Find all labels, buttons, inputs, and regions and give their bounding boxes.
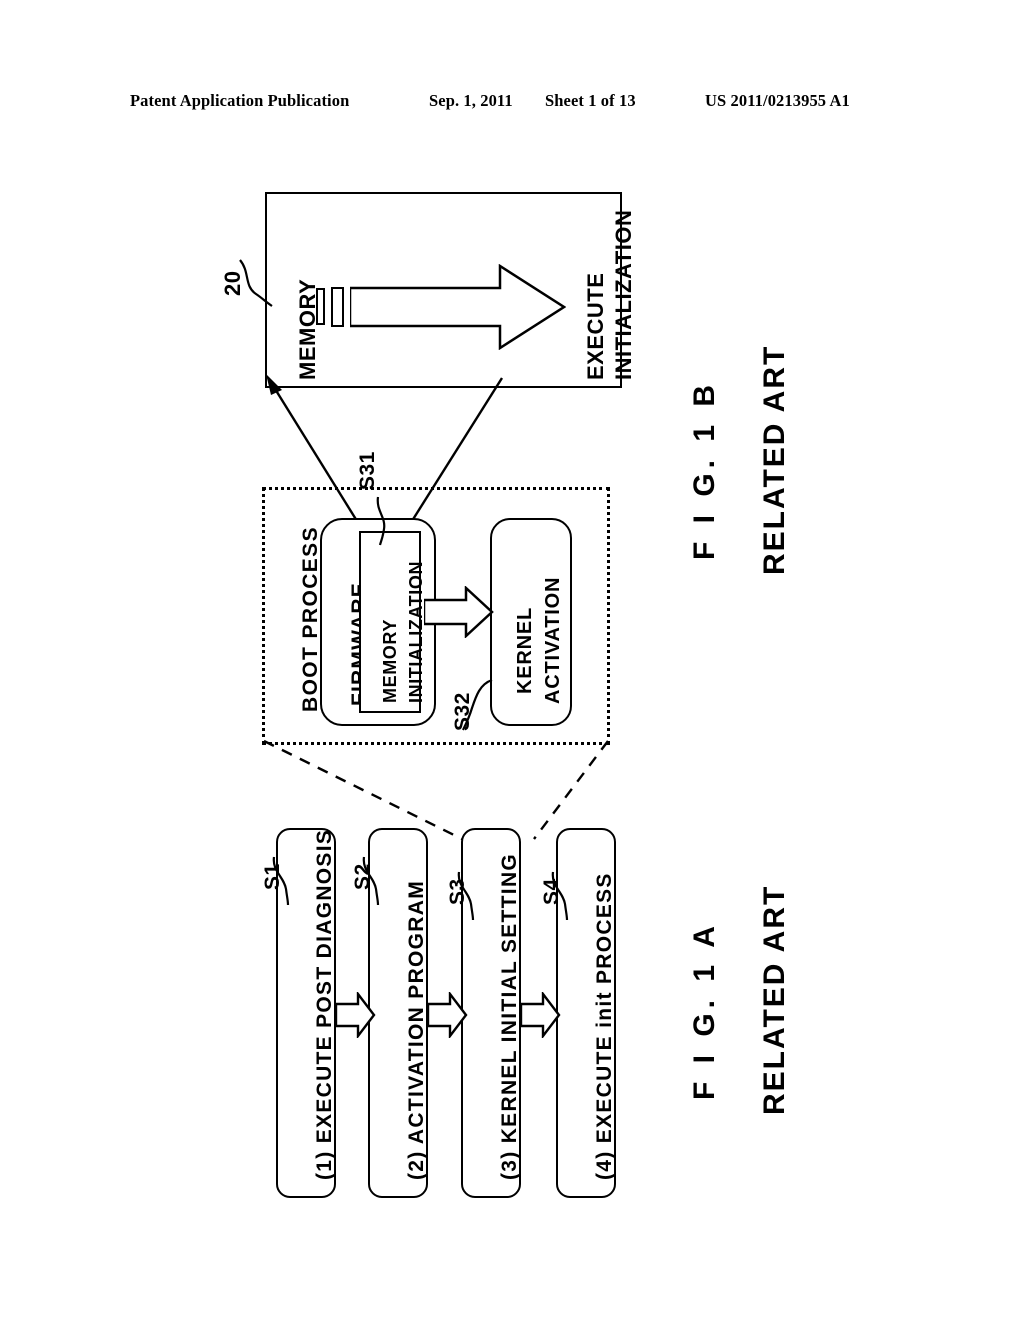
step-label-1: (1) EXECUTE POST DIAGNOSIS	[313, 828, 336, 1180]
figure-1a-subcaption: RELATED ART	[758, 884, 791, 1115]
reference-s3-leader-line	[457, 871, 475, 921]
publication-title: Patent Application Publication	[130, 91, 350, 110]
memory-block-1	[316, 288, 325, 325]
kernel-activation-line-2: ACTIVATION	[542, 576, 564, 704]
boot-process-label: BOOT PROCESS	[299, 526, 322, 712]
step-arrow-1	[336, 992, 376, 1038]
figure-1b-subcaption: RELATED ART	[758, 344, 791, 575]
reference-20-leader-line	[239, 259, 273, 307]
reference-s32-leader-line	[462, 678, 493, 731]
publication-number: US 2011/0213955 A1	[705, 91, 850, 110]
reference-s31-leader-line	[376, 496, 386, 546]
memory-initialization-line-2: INITIALIZATION	[406, 560, 426, 703]
figure-1a-caption: F I G. 1 A	[688, 921, 721, 1100]
memory-block-2	[331, 287, 344, 327]
step-arrow-2	[428, 992, 468, 1038]
publication-header: Patent Application Publication Sep. 1, 2…	[0, 88, 1024, 114]
execute-init-line-1: EXECUTE	[583, 272, 608, 380]
step-arrow-3	[521, 992, 561, 1038]
kernel-activation-line-1: KERNEL	[514, 606, 536, 694]
execute-init-line-2: INITIALIZATION	[611, 209, 636, 380]
reference-numeral-s31: S31	[356, 451, 379, 490]
reference-s4-leader-line	[551, 871, 569, 921]
publication-date: Sep. 1, 2011	[429, 91, 513, 110]
firmware-to-kernel-block-arrow	[424, 586, 494, 638]
step-label-3: (3) KERNEL INITIAL SETTING	[498, 852, 521, 1180]
figure-1b-caption: F I G. 1 B	[688, 379, 721, 560]
step-label-4: (4) EXECUTE init PROCESS	[593, 872, 616, 1180]
memory-init-block-arrow	[350, 264, 566, 350]
reference-s1-leader-line	[272, 856, 290, 906]
reference-s2-leader-line	[362, 856, 380, 906]
sheet-indicator: Sheet 1 of 13	[545, 91, 636, 110]
step-label-2: (2) ACTIVATION PROGRAM	[405, 879, 428, 1180]
memory-initialization-line-1: MEMORY	[380, 619, 400, 703]
